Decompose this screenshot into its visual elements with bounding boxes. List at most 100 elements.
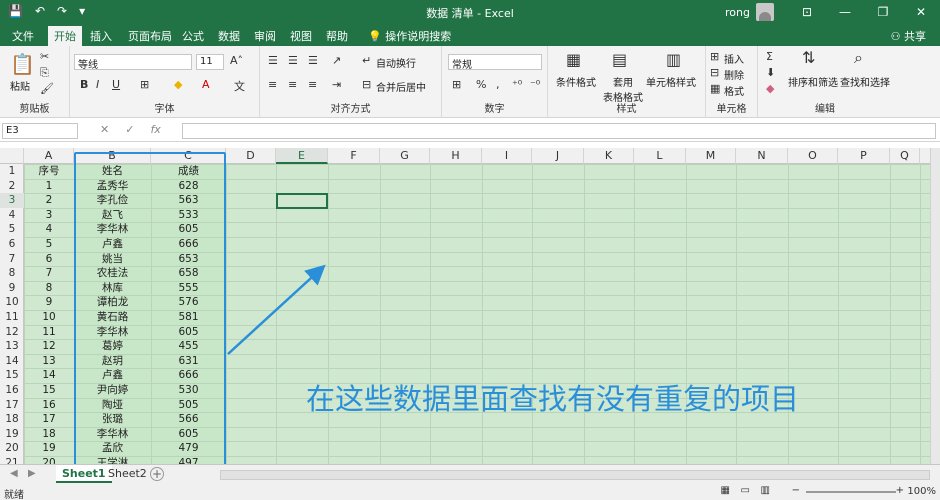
row-header-2[interactable]: 2 <box>0 179 24 194</box>
column-header-A[interactable]: A <box>24 148 74 164</box>
format-cells-icon[interactable]: ▦ <box>710 82 720 95</box>
paste-icon[interactable]: 📋 <box>10 52 35 76</box>
column-header-M[interactable]: M <box>686 148 736 164</box>
tab-help[interactable]: 帮助 <box>326 28 348 44</box>
row-header-9[interactable]: 9 <box>0 281 24 296</box>
fill-icon[interactable]: ⬇ <box>766 66 775 79</box>
autosum-icon[interactable]: Σ <box>766 50 773 63</box>
cell-styles-button[interactable]: 单元格样式 <box>646 74 696 89</box>
align-right-icon[interactable]: ≡ <box>308 78 317 91</box>
border-icon[interactable]: ⊞ <box>140 78 149 91</box>
table-cell[interactable]: 14 <box>24 368 74 383</box>
formula-input[interactable] <box>182 123 936 139</box>
minimize-button[interactable]: — <box>826 5 864 19</box>
row-header-21[interactable]: 21 <box>0 456 24 464</box>
selected-cell[interactable] <box>276 193 328 209</box>
paste-label[interactable]: 粘贴 <box>10 78 30 93</box>
sheet-tab-2[interactable]: Sheet2 <box>102 465 153 483</box>
worksheet-grid[interactable]: ABCDEFGHIJKLMNOPQ 1 2 3 4 5 6 7 8 9 10 11 12 13 14 15 1… <box>0 148 930 464</box>
tab-formulas[interactable]: 公式 <box>182 28 204 44</box>
merge-center-button[interactable]: 合并后居中 <box>376 79 426 94</box>
column-header-Q[interactable]: Q <box>890 148 920 164</box>
close-button[interactable]: ✕ <box>902 5 940 19</box>
table-cell[interactable]: 1 <box>24 179 74 194</box>
table-cell[interactable]: 13 <box>24 354 74 369</box>
tab-review[interactable]: 审阅 <box>254 28 276 44</box>
zoom-in-icon[interactable]: + <box>896 485 904 496</box>
row-header-10[interactable]: 10 <box>0 295 24 310</box>
wrap-text-icon[interactable]: ↵ <box>362 54 371 67</box>
row-header-18[interactable]: 18 <box>0 412 24 427</box>
row-header-8[interactable]: 8 <box>0 266 24 281</box>
align-middle-icon[interactable]: ☰ <box>288 54 298 67</box>
cut-icon[interactable]: ✂ <box>40 50 49 63</box>
table-cell[interactable]: 18 <box>24 427 74 442</box>
avatar[interactable] <box>756 3 774 21</box>
table-cell[interactable]: 5 <box>24 237 74 252</box>
row-header-12[interactable]: 12 <box>0 325 24 340</box>
tab-data[interactable]: 数据 <box>218 28 240 44</box>
bold-button[interactable]: B <box>80 78 88 91</box>
align-center-icon[interactable]: ≡ <box>288 78 297 91</box>
format-cells-button[interactable]: 格式 <box>724 83 744 98</box>
table-cell[interactable]: 9 <box>24 295 74 310</box>
row-header-19[interactable]: 19 <box>0 427 24 442</box>
fill-color-icon[interactable]: ◆ <box>174 78 182 91</box>
cancel-icon[interactable]: ✕ <box>100 123 109 136</box>
delete-cells-icon[interactable]: ⊟ <box>710 66 719 79</box>
row-header-20[interactable]: 20 <box>0 441 24 456</box>
format-table-icon[interactable]: ▤ <box>612 50 627 69</box>
format-painter-icon[interactable]: 🖌 <box>40 82 54 95</box>
table-cell[interactable]: 10 <box>24 310 74 325</box>
row-header-4[interactable]: 4 <box>0 208 24 223</box>
align-bottom-icon[interactable]: ☰ <box>308 54 318 67</box>
table-cell[interactable]: 8 <box>24 281 74 296</box>
table-cell[interactable]: 17 <box>24 412 74 427</box>
row-header-16[interactable]: 16 <box>0 383 24 398</box>
zoom-level[interactable]: 100% <box>907 486 936 497</box>
column-header-J[interactable]: J <box>532 148 584 164</box>
column-header-G[interactable]: G <box>380 148 430 164</box>
user-name[interactable]: rong <box>725 6 750 19</box>
decrease-decimal-icon[interactable]: ⁻⁰ <box>530 78 540 91</box>
find-select-icon[interactable]: ⌕ <box>854 48 863 68</box>
table-cell[interactable]: 15 <box>24 383 74 398</box>
merge-center-icon[interactable]: ⊟ <box>362 78 371 91</box>
table-cell[interactable]: 12 <box>24 339 74 354</box>
tab-view[interactable]: 视图 <box>290 28 312 44</box>
column-header-O[interactable]: O <box>788 148 838 164</box>
number-format-select[interactable]: 常规 <box>448 54 542 71</box>
table-cell[interactable]: 11 <box>24 325 74 340</box>
table-cell[interactable]: 4 <box>24 222 74 237</box>
indent-icon[interactable]: ⇥ <box>332 78 341 91</box>
horizontal-scrollbar[interactable] <box>220 470 930 480</box>
column-header-P[interactable]: P <box>838 148 890 164</box>
column-header-L[interactable]: L <box>634 148 686 164</box>
insert-function-icon[interactable]: fx <box>150 123 160 136</box>
insert-cells-button[interactable]: 插入 <box>724 51 744 66</box>
column-header-K[interactable]: K <box>584 148 634 164</box>
phonetic-icon[interactable]: 文 <box>234 78 245 94</box>
find-select-button[interactable]: 查找和选择 <box>840 74 890 89</box>
page-break-view-icon[interactable]: ▥ <box>761 485 770 496</box>
tab-file[interactable]: 文件 <box>12 28 34 44</box>
ribbon-display-icon[interactable]: ⊡ <box>788 5 826 19</box>
italic-button[interactable]: I <box>96 78 99 91</box>
tell-me-search[interactable]: 💡 操作说明搜索 <box>368 28 451 44</box>
sort-filter-button[interactable]: 排序和筛选 <box>788 74 838 89</box>
table-cell[interactable]: 20 <box>24 456 74 464</box>
comma-icon[interactable]: , <box>496 78 500 91</box>
table-cell[interactable]: 3 <box>24 208 74 223</box>
conditional-format-button[interactable]: 条件格式 <box>556 74 596 89</box>
grow-font-icon[interactable]: A˄ <box>230 54 243 67</box>
column-header-D[interactable]: D <box>226 148 276 164</box>
delete-cells-button[interactable]: 删除 <box>724 67 744 82</box>
prev-sheet-icon[interactable]: ◀ <box>10 468 18 479</box>
row-header-15[interactable]: 15 <box>0 368 24 383</box>
select-all-corner[interactable] <box>0 148 24 164</box>
zoom-slider[interactable] <box>806 491 896 493</box>
column-header-H[interactable]: H <box>430 148 482 164</box>
zoom-out-icon[interactable]: − <box>792 485 800 496</box>
name-box[interactable]: E3 <box>2 123 78 139</box>
row-header-17[interactable]: 17 <box>0 398 24 413</box>
